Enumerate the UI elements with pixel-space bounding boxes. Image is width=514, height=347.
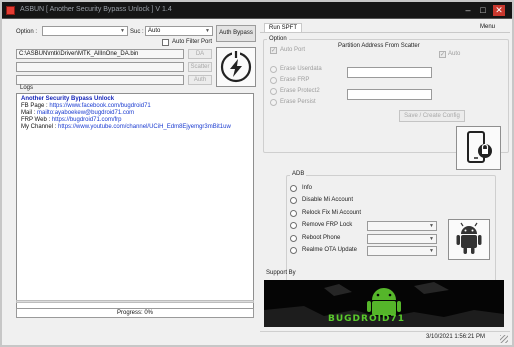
support-by-label: Support By bbox=[266, 270, 296, 276]
auto-filter-port-label: Auto Filter Port bbox=[172, 39, 213, 45]
realme-ota-select[interactable]: ▼ bbox=[367, 246, 437, 256]
log-line-channel: My Channel : https://www.youtube.com/cha… bbox=[21, 124, 231, 130]
suc-select-value: Auto bbox=[148, 28, 161, 34]
da-button[interactable]: DA bbox=[188, 49, 212, 59]
android-adb-button[interactable] bbox=[448, 219, 490, 260]
adb-remove-frp-radio[interactable] bbox=[290, 222, 297, 229]
logs-panel[interactable]: Another Security Bypass Unlock FB Page :… bbox=[16, 93, 254, 317]
support-banner: BUGDROID71 bbox=[264, 280, 504, 327]
reboot-select[interactable]: ▼ bbox=[367, 234, 437, 244]
erase-protect2-label: Erase Protect2 bbox=[280, 88, 320, 94]
title-bar: ASBUN [ Another Security Bypass Unlock ]… bbox=[2, 2, 512, 19]
chevron-down-icon: ▼ bbox=[429, 223, 434, 229]
option-group-label: Option bbox=[267, 36, 289, 42]
partition-address-field-1[interactable] bbox=[347, 67, 432, 78]
flash-button[interactable] bbox=[216, 47, 256, 87]
partition-address-field-2[interactable] bbox=[347, 89, 432, 100]
auth-button[interactable]: Auth bbox=[188, 75, 212, 85]
frp-web-link[interactable]: https://bugdroid71.com/frp bbox=[52, 117, 122, 123]
tab-run-spft[interactable]: Run SPFT bbox=[264, 23, 303, 32]
main-window: Option : ▼ Suc : Auto ▼ Auto Filter Port… bbox=[2, 19, 512, 345]
resize-grip-icon[interactable] bbox=[500, 335, 508, 343]
erase-frp-label: Erase FRP bbox=[280, 77, 310, 83]
chevron-down-icon: ▼ bbox=[120, 28, 125, 34]
mail-link[interactable]: mailto:ayaboekew@bugdroid71.com bbox=[37, 110, 134, 116]
log-line-fb: FB Page : https://www.facebook.com/bugdr… bbox=[21, 103, 151, 109]
auth-path-field[interactable] bbox=[16, 75, 184, 85]
close-button[interactable]: ✕ bbox=[493, 5, 505, 16]
erase-persist-radio[interactable] bbox=[270, 99, 277, 106]
window-title: ASBUN [ Another Security Bypass Unlock ]… bbox=[20, 6, 172, 13]
adb-reboot-label: Reboot Phone bbox=[302, 235, 341, 241]
erase-persist-label: Erase Persist bbox=[280, 99, 316, 105]
progress-label: Progress: 0% bbox=[116, 310, 153, 316]
banner-text: BUGDROID71 bbox=[328, 314, 405, 324]
app-icon bbox=[6, 6, 15, 15]
logs-label: Logs bbox=[20, 85, 34, 91]
adb-realme-ota-label: Realme OTA Update bbox=[302, 247, 357, 253]
adb-info-radio[interactable] bbox=[290, 185, 297, 192]
suc-select[interactable]: Auto ▼ bbox=[145, 26, 213, 36]
auto-port-label: Auto Port bbox=[280, 47, 306, 53]
option-label: Option : bbox=[16, 29, 38, 35]
suc-label: Suc : bbox=[130, 29, 144, 35]
adb-relock-mi-label: Relock Fix Mi Account bbox=[302, 210, 362, 216]
phone-lock-icon bbox=[467, 131, 492, 163]
phone-lock-button[interactable] bbox=[456, 126, 501, 170]
chevron-down-icon: ▼ bbox=[429, 248, 434, 254]
datetime-status: 3/10/2021 1:56:21 PM bbox=[426, 334, 486, 340]
save-create-config-button[interactable]: Save / Create Config bbox=[399, 110, 465, 122]
erase-frp-radio[interactable] bbox=[270, 77, 277, 84]
menu-button[interactable]: Menu bbox=[480, 24, 495, 30]
erase-protect2-radio[interactable] bbox=[270, 88, 277, 95]
android-robot-icon bbox=[456, 222, 482, 254]
erase-userdata-label: Erase Userdata bbox=[280, 66, 322, 72]
facebook-link[interactable]: https://www.facebook.com/bugdroid71 bbox=[49, 103, 150, 109]
progress-label-box: Progress: 0% bbox=[16, 308, 254, 318]
progress-bar bbox=[16, 300, 254, 303]
auto-filter-port-checkbox[interactable] bbox=[162, 39, 169, 46]
log-line-mail: Mail : mailto:ayaboekew@bugdroid71.com bbox=[21, 110, 135, 116]
adb-info-label: Info bbox=[302, 185, 313, 191]
adb-disable-mi-radio[interactable] bbox=[290, 197, 297, 204]
scatter-path-field[interactable] bbox=[16, 62, 184, 72]
adb-reboot-radio[interactable] bbox=[290, 235, 297, 242]
da-path-field[interactable]: C:\ASBUN\mtk\Driver\MTK_AllInOne_DA.bin bbox=[16, 49, 184, 59]
partition-address-label: Partition Address From Scatter bbox=[338, 43, 420, 49]
auto-checkbox[interactable] bbox=[439, 51, 446, 58]
status-divider bbox=[260, 331, 510, 332]
maximize-button[interactable]: □ bbox=[477, 5, 489, 16]
adb-disable-mi-label: Disable Mi Account bbox=[302, 197, 354, 203]
logs-heading: Another Security Bypass Unlock bbox=[21, 96, 115, 102]
auto-label: Auto bbox=[448, 51, 461, 57]
frp-lock-select[interactable]: ▼ bbox=[367, 221, 437, 231]
auth-bypass-button[interactable]: Auth Bypass bbox=[216, 25, 256, 42]
log-line-frp: FRP Web : https://bugdroid71.com/frp bbox=[21, 117, 122, 123]
adb-remove-frp-label: Remove FRP Lock bbox=[302, 222, 353, 228]
chevron-down-icon: ▼ bbox=[205, 28, 210, 34]
erase-userdata-radio[interactable] bbox=[270, 66, 277, 73]
minimize-button[interactable]: – bbox=[462, 5, 474, 16]
scatter-button[interactable]: Scatter bbox=[188, 62, 212, 72]
adb-relock-mi-radio[interactable] bbox=[290, 210, 297, 217]
youtube-link[interactable]: https://www.youtube.com/channel/UCiH_Edm… bbox=[58, 124, 231, 130]
adb-group-label: ADB bbox=[290, 171, 307, 177]
option-select[interactable]: ▼ bbox=[42, 26, 128, 36]
auto-port-checkbox[interactable] bbox=[270, 47, 277, 54]
chevron-down-icon: ▼ bbox=[429, 236, 434, 242]
power-bolt-icon bbox=[220, 50, 252, 83]
adb-realme-ota-radio[interactable] bbox=[290, 247, 297, 254]
